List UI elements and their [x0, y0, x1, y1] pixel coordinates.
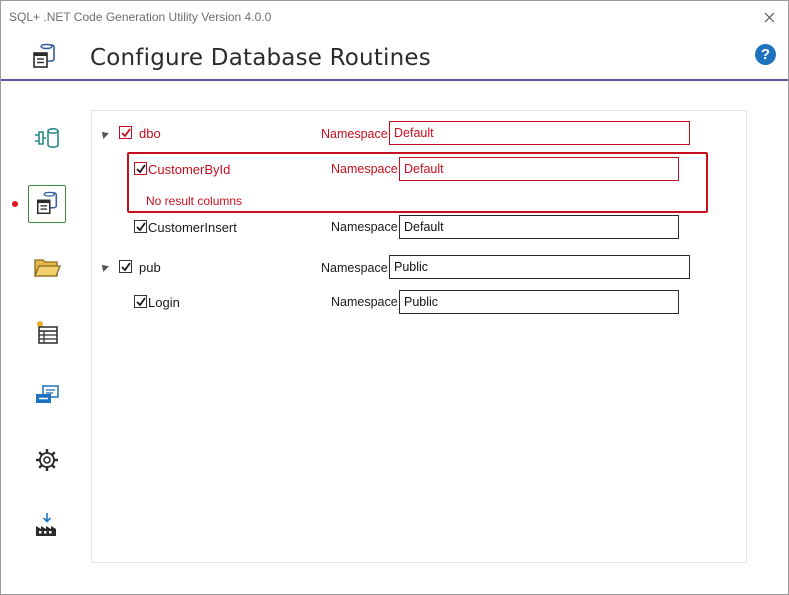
- nav-routines[interactable]: [28, 185, 66, 223]
- title-bar: SQL+ .NET Code Generation Utility Versio…: [1, 1, 788, 33]
- customerinsert-namespace-input[interactable]: [399, 215, 679, 239]
- build-download-icon: [36, 513, 56, 536]
- customerinsert-checkbox[interactable]: [134, 220, 147, 233]
- pub-namespace-input[interactable]: [389, 255, 690, 279]
- window-title: SQL+ .NET Code Generation Utility Versio…: [9, 10, 272, 24]
- routine-name-customerinsert: CustomerInsert: [148, 220, 237, 235]
- app-window: SQL+ .NET Code Generation Utility Versio…: [0, 0, 789, 595]
- nav-settings[interactable]: [28, 441, 66, 479]
- login-checkbox[interactable]: [134, 295, 147, 308]
- check-icon: [120, 127, 131, 137]
- error-message: No result columns: [146, 194, 243, 208]
- nav-queries[interactable]: [28, 313, 66, 351]
- schema-name-dbo: dbo: [139, 126, 161, 141]
- gear-icon: [36, 449, 58, 471]
- namespace-label: Namespace:: [331, 295, 402, 309]
- close-icon: [764, 12, 774, 22]
- message-card-icon: [36, 385, 59, 403]
- nav-build[interactable]: [28, 506, 66, 544]
- nav-folders[interactable]: [28, 249, 66, 287]
- pub-checkbox[interactable]: [119, 260, 132, 273]
- check-icon: [135, 296, 146, 306]
- active-indicator: [12, 201, 18, 207]
- routine-name-login: Login: [148, 295, 180, 310]
- database-routines-icon: [33, 43, 55, 68]
- nav-messages[interactable]: [28, 377, 66, 415]
- schema-name-pub: pub: [139, 260, 161, 275]
- check-icon: [135, 221, 146, 231]
- help-button[interactable]: ?: [755, 44, 776, 65]
- page-title: Configure Database Routines: [90, 45, 431, 71]
- dbo-namespace-input[interactable]: [389, 121, 690, 145]
- check-icon: [135, 163, 146, 173]
- routine-name-customerbyid: CustomerById: [148, 162, 231, 177]
- database-routines-icon: [36, 191, 58, 215]
- customerbyid-namespace-input[interactable]: [399, 157, 679, 181]
- folder-open-icon: [34, 259, 61, 277]
- dbo-checkbox[interactable]: [119, 126, 132, 139]
- nav-connection[interactable]: [28, 120, 66, 158]
- table-new-icon: [37, 321, 58, 344]
- close-button[interactable]: [758, 6, 780, 28]
- namespace-label: Namespace:: [321, 261, 392, 275]
- plug-database-icon: [35, 127, 59, 148]
- customerbyid-checkbox[interactable]: [134, 162, 147, 175]
- page-header: Configure Database Routines ?: [1, 33, 788, 81]
- check-icon: [120, 261, 131, 271]
- namespace-label: Namespace:: [321, 127, 392, 141]
- namespace-label: Namespace:: [331, 220, 402, 234]
- login-namespace-input[interactable]: [399, 290, 679, 314]
- namespace-label: Namespace:: [331, 162, 402, 176]
